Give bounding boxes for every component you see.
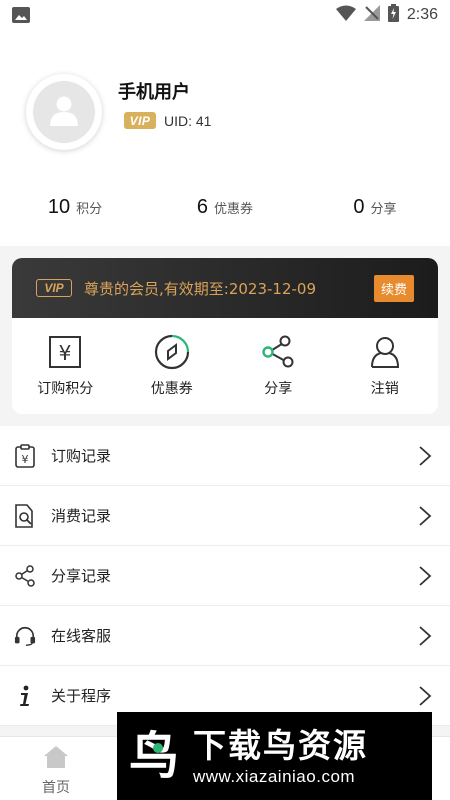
stat-value: 6 bbox=[196, 196, 209, 218]
action-label: 注销 bbox=[370, 381, 399, 397]
profile-header: 手机用户 VIP UID: 41 10 积分 6 优惠券 0 分享 bbox=[0, 30, 450, 246]
stat-label: 分享 bbox=[370, 202, 397, 217]
svg-text:鸟: 鸟 bbox=[129, 727, 179, 785]
stat-label: 积分 bbox=[76, 202, 103, 217]
tab-home[interactable]: 首页 bbox=[0, 737, 112, 800]
menu-label: 分享记录 bbox=[51, 567, 112, 585]
menu-item-order-records[interactable]: ¥ 订购记录 bbox=[0, 426, 450, 486]
menu-label: 在线客服 bbox=[51, 627, 112, 645]
menu-label: 消费记录 bbox=[51, 507, 112, 525]
action-label: 分享 bbox=[264, 381, 293, 397]
stat-shares[interactable]: 0 分享 bbox=[300, 196, 450, 236]
clock: 2:36 bbox=[406, 6, 438, 23]
stats-row: 10 积分 6 优惠券 0 分享 bbox=[0, 196, 450, 236]
wifi-icon bbox=[335, 5, 356, 25]
menu-item-customer-service[interactable]: 在线客服 bbox=[0, 606, 450, 666]
yen-document-icon: ¥ bbox=[47, 334, 83, 370]
action-logout[interactable]: 注销 bbox=[332, 318, 439, 414]
battery-charging-icon bbox=[387, 4, 399, 26]
menu-label: 关于程序 bbox=[51, 687, 112, 705]
stat-points[interactable]: 10 积分 bbox=[0, 196, 150, 236]
image-icon bbox=[12, 7, 30, 23]
svg-text:¥: ¥ bbox=[22, 453, 29, 466]
share-icon bbox=[260, 334, 296, 370]
no-signal-icon bbox=[363, 5, 380, 25]
svg-text:¥: ¥ bbox=[59, 341, 72, 365]
stat-value: 10 bbox=[47, 196, 71, 218]
watermark-title: 下载鸟资源 bbox=[193, 726, 368, 765]
user-name: 手机用户 bbox=[118, 82, 190, 103]
person-icon bbox=[47, 93, 81, 131]
info-icon bbox=[14, 685, 36, 707]
tab-label: 首页 bbox=[42, 780, 70, 796]
stat-value: 0 bbox=[353, 196, 365, 218]
action-share[interactable]: 分享 bbox=[225, 318, 332, 414]
watermark-url: www.xiazainiao.com bbox=[193, 767, 356, 786]
vip-expire-text: 尊贵的会员,有效期至:2023-12-09 bbox=[84, 279, 316, 298]
document-search-icon bbox=[14, 503, 36, 528]
action-label: 订购积分 bbox=[37, 381, 94, 397]
avatar[interactable] bbox=[26, 74, 102, 150]
quick-actions: ¥ 订购积分 优惠券 分享 注销 bbox=[12, 318, 438, 414]
menu-label: 订购记录 bbox=[51, 447, 112, 465]
menu-item-share-records[interactable]: 分享记录 bbox=[0, 546, 450, 606]
vip-banner: VIP 尊贵的会员,有效期至:2023-12-09 续费 bbox=[12, 258, 438, 318]
yen-clipboard-icon: ¥ bbox=[14, 443, 36, 468]
coupon-compass-icon bbox=[154, 334, 190, 370]
status-bar: 2:36 bbox=[0, 0, 450, 30]
home-icon bbox=[43, 745, 69, 773]
chevron-right-icon bbox=[418, 505, 432, 527]
share-icon bbox=[14, 564, 36, 587]
user-id: UID: 41 bbox=[164, 112, 212, 129]
vip-badge: VIP bbox=[124, 112, 156, 129]
action-buy-points[interactable]: ¥ 订购积分 bbox=[12, 318, 119, 414]
menu-item-consumption-records[interactable]: 消费记录 bbox=[0, 486, 450, 546]
chevron-right-icon bbox=[418, 565, 432, 587]
menu-list: ¥ 订购记录 消费记录 分享记录 在线客服 关于程序 bbox=[0, 426, 450, 726]
headset-icon bbox=[14, 625, 36, 647]
chevron-right-icon bbox=[418, 685, 432, 707]
action-label: 优惠券 bbox=[150, 381, 193, 397]
renew-button[interactable]: 续费 bbox=[373, 274, 414, 302]
vip-badge: VIP bbox=[36, 279, 72, 297]
vip-card: VIP 尊贵的会员,有效期至:2023-12-09 续费 ¥ 订购积分 优惠券 … bbox=[12, 258, 438, 414]
action-coupons[interactable]: 优惠券 bbox=[119, 318, 226, 414]
bird-logo-icon: 鸟 bbox=[125, 721, 183, 791]
chevron-right-icon bbox=[418, 445, 432, 467]
stat-label: 优惠券 bbox=[214, 202, 254, 217]
stat-coupons[interactable]: 6 优惠券 bbox=[150, 196, 300, 236]
user-logout-icon bbox=[367, 334, 403, 370]
chevron-right-icon bbox=[418, 625, 432, 647]
watermark-overlay: 鸟 下载鸟资源 www.xiazainiao.com bbox=[117, 712, 432, 800]
